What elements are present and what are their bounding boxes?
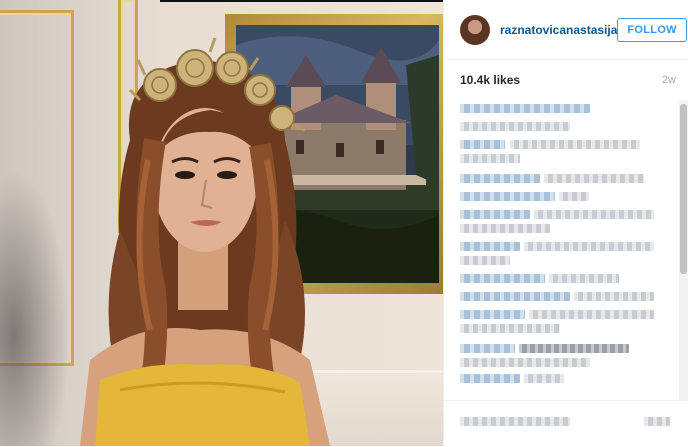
blurred-comment bbox=[460, 292, 570, 301]
blurred-comment bbox=[529, 310, 654, 319]
woman-portrait bbox=[80, 37, 330, 446]
post-header: raznatovicanastasija FOLLOW bbox=[444, 0, 688, 60]
username-link[interactable]: raznatovicanastasija bbox=[500, 23, 617, 37]
blurred-comment bbox=[460, 256, 510, 265]
blurred-comment bbox=[460, 374, 520, 383]
blurred-comment bbox=[574, 292, 654, 301]
blurred-comment bbox=[460, 154, 520, 163]
blurred-options bbox=[644, 417, 670, 426]
blurred-comment bbox=[460, 104, 590, 113]
avatar[interactable] bbox=[460, 14, 490, 45]
comments-list bbox=[444, 100, 676, 400]
blurred-comment bbox=[460, 358, 590, 367]
blurred-comment bbox=[460, 242, 520, 251]
comments-scrollbar-thumb[interactable] bbox=[680, 104, 687, 274]
blurred-comment bbox=[510, 140, 640, 149]
time-ago[interactable]: 2w bbox=[662, 74, 676, 86]
likes-count[interactable]: 10.4k likes bbox=[460, 73, 520, 87]
blurred-comment bbox=[460, 140, 505, 149]
post-photo[interactable] bbox=[0, 0, 443, 446]
blurred-comment bbox=[460, 344, 515, 353]
blurred-comment bbox=[460, 122, 570, 131]
blurred-comment bbox=[559, 192, 589, 201]
blurred-comment bbox=[519, 344, 629, 353]
post-side-panel: raznatovicanastasija FOLLOW 10.4k likes … bbox=[443, 0, 688, 446]
blurred-comment bbox=[524, 242, 654, 251]
blurred-comment bbox=[524, 374, 564, 383]
blurred-input-placeholder bbox=[460, 417, 570, 426]
blurred-comment bbox=[460, 310, 525, 319]
blurred-comment bbox=[549, 274, 619, 283]
blurred-comment bbox=[460, 324, 560, 333]
comment-input-area[interactable] bbox=[444, 400, 688, 447]
blurred-comment bbox=[460, 224, 550, 233]
blurred-comment bbox=[544, 174, 644, 183]
instagram-post: raznatovicanastasija FOLLOW 10.4k likes … bbox=[0, 0, 688, 446]
blurred-comment bbox=[460, 192, 555, 201]
blurred-comment bbox=[460, 274, 545, 283]
likes-row: 10.4k likes 2w bbox=[444, 60, 688, 100]
blurred-comment bbox=[460, 174, 540, 183]
follow-button[interactable]: FOLLOW bbox=[617, 17, 687, 42]
blurred-comment bbox=[460, 210, 530, 219]
blurred-comment bbox=[534, 210, 654, 219]
